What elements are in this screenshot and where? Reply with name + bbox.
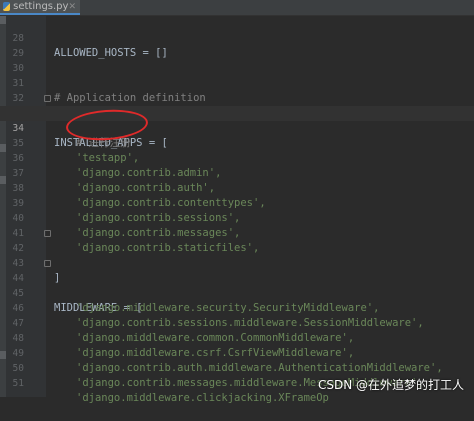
- tab-filename: settings.py: [13, 1, 69, 12]
- code-line: 43: [0, 241, 474, 269]
- close-icon[interactable]: ✕: [68, 2, 76, 12]
- tab-settings-py[interactable]: settings.py ✕: [0, 0, 80, 15]
- code-line: 39 'django.contrib.sessions',: [0, 181, 474, 224]
- code-line: 41 'django.contrib.staticfiles',: [0, 211, 474, 254]
- code-line: 33 INSTALLED_APPS = [: [0, 91, 474, 149]
- code-line: 46 'django.contrib.sessions.middleware.S…: [0, 286, 474, 329]
- code-string: 'django.middleware.clickjacking.XFrameOp: [76, 392, 329, 404]
- code-line: 50 'django.contrib.messages.middleware.M…: [0, 346, 474, 389]
- code-line: 36 'django.contrib.admin',: [0, 136, 474, 179]
- code-line: 28 ALLOWED_HOSTS = []: [0, 16, 474, 59]
- fold-toggle-icon[interactable]: [44, 230, 51, 237]
- code-line: 48 'django.middleware.csrf.CsrfViewMiddl…: [0, 316, 474, 359]
- code-line: 31 # Application definition: [0, 61, 474, 104]
- editor-tab-bar: settings.py ✕: [0, 0, 474, 16]
- fold-toggle-icon[interactable]: [44, 260, 51, 267]
- code-line: 29: [0, 31, 474, 59]
- code-line: 30: [0, 46, 474, 74]
- code-line: 40 'django.contrib.messages',: [0, 196, 474, 239]
- code-line: 32: [0, 76, 474, 104]
- code-line: 51 'django.middleware.clickjacking.XFram…: [0, 361, 474, 404]
- code-line: 45 'django.middleware.security.SecurityM…: [0, 271, 474, 314]
- fold-toggle-icon[interactable]: [44, 95, 51, 102]
- code-line: 42 ]: [0, 226, 474, 284]
- code-line: 47 'django.middleware.common.CommonMiddl…: [0, 301, 474, 344]
- line-number: 51: [12, 378, 24, 389]
- code-line: 44 MIDDLEWARE = [: [0, 256, 474, 314]
- code-line: 38 'django.contrib.contenttypes',: [0, 166, 474, 209]
- code-line: 37 'django.contrib.auth',: [0, 151, 474, 194]
- python-file-icon: [3, 2, 11, 11]
- code-line: 49 'django.contrib.auth.middleware.Authe…: [0, 331, 474, 374]
- csdn-watermark: CSDN @在外追梦的打工人: [317, 378, 464, 392]
